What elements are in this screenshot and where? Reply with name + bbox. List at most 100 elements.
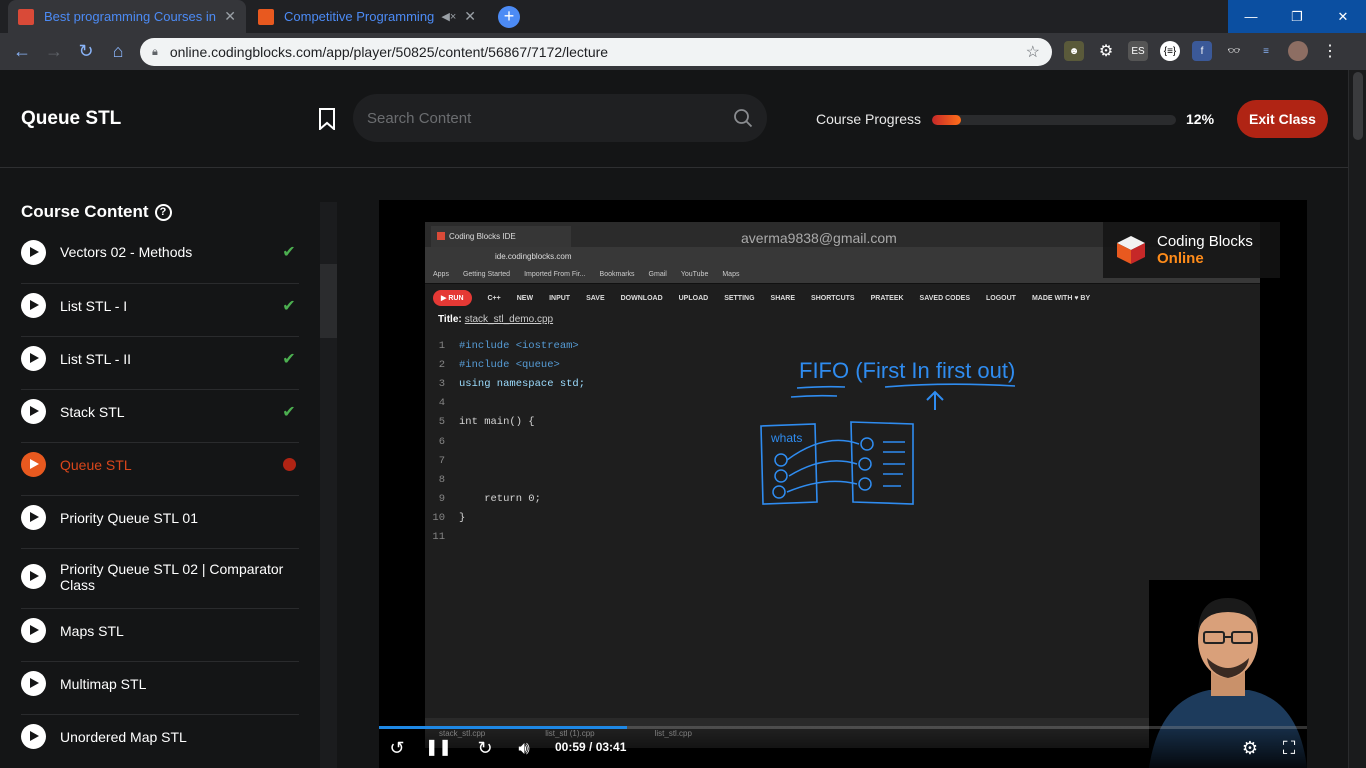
ide-menu-item: LOGOUT — [985, 294, 1016, 302]
ide-menu-item: SHARE — [770, 294, 796, 302]
sidebar-scrollbar[interactable] — [320, 202, 337, 768]
course-item[interactable]: Maps STL — [21, 608, 299, 652]
play-icon[interactable] — [21, 724, 46, 749]
close-tab-icon[interactable]: ✕ — [464, 8, 476, 25]
check-icon: ✔ — [282, 350, 296, 368]
play-icon[interactable] — [21, 505, 46, 530]
course-item-label: Priority Queue STL 02 | Comparator Class — [60, 560, 284, 593]
sketch-label: whats — [770, 431, 802, 445]
course-item[interactable]: Unordered Map STL — [21, 714, 299, 758]
course-item[interactable]: Multimap STL — [21, 661, 299, 705]
fullscreen-icon[interactable]: ⛶ — [1277, 738, 1301, 758]
favicon-icon — [18, 8, 34, 25]
search-icon[interactable] — [733, 108, 753, 128]
bookmark-icon[interactable] — [318, 108, 336, 130]
favicon-icon — [258, 8, 274, 25]
ide-tab: Coding Blocks IDE — [431, 226, 571, 247]
course-item[interactable]: Priority Queue STL 02 | Comparator Class — [21, 548, 299, 604]
settings-icon[interactable]: ⚙ — [1238, 738, 1262, 758]
menu-icon[interactable]: ⋮ — [1320, 41, 1340, 61]
close-tab-icon[interactable]: ✕ — [224, 8, 236, 25]
pause-icon[interactable]: ❚❚ — [425, 738, 452, 758]
page-title: Queue STL — [21, 108, 122, 129]
course-item[interactable]: List STL - I ✔ — [21, 283, 299, 327]
new-tab-button[interactable]: + — [498, 6, 520, 28]
ide-file-title: Title: stack_stl_demo.cpp — [438, 314, 553, 325]
search-box[interactable] — [353, 94, 767, 142]
ide-bookmark: Bookmarks — [599, 271, 635, 278]
reload-icon[interactable]: ↻ — [76, 41, 96, 61]
play-icon[interactable] — [21, 239, 46, 265]
back-icon[interactable]: ← — [12, 41, 32, 61]
play-icon[interactable] — [21, 452, 46, 477]
browser-tab-active[interactable]: Best programming Courses in De ✕ — [8, 0, 246, 33]
exit-class-button[interactable]: Exit Class — [1237, 100, 1328, 138]
course-item[interactable]: Priority Queue STL 01 — [21, 495, 299, 539]
es-extension-icon[interactable]: ES — [1128, 41, 1148, 61]
profile-avatar[interactable] — [1288, 41, 1308, 61]
coding-blocks-logo: Coding Blocks Online — [1103, 222, 1280, 278]
line-number: 4 — [438, 397, 445, 410]
restore-button[interactable]: ❐ — [1274, 0, 1320, 33]
line-number: 2 — [438, 358, 445, 371]
tab-strip: Best programming Courses in De ✕ Competi… — [0, 0, 1366, 33]
forward-icon[interactable]: → — [44, 41, 64, 61]
ide-menu-item: INPUT — [549, 294, 571, 302]
line-number: 9 — [438, 493, 445, 506]
run-label: RUN — [448, 295, 464, 302]
lock-icon: 🔒︎ — [152, 45, 158, 58]
facebook-extension-icon[interactable]: f — [1192, 41, 1212, 61]
play-icon[interactable] — [21, 618, 46, 643]
ide-menu-bar: ▶ RUN C++ NEW INPUT SAVE DOWNLOAD UPLOAD SETTI… — [425, 284, 1260, 312]
gear-extension-icon[interactable]: ⚙ — [1096, 41, 1116, 61]
course-item-label: Priority Queue STL 01 — [60, 509, 198, 526]
play-icon[interactable] — [21, 346, 46, 371]
rewind-icon[interactable]: ↺ — [385, 738, 409, 758]
video-player[interactable]: Coding Blocks IDE averma9838@gmail.com i… — [379, 200, 1307, 768]
url-text: online.codingblocks.com/app/player/50825… — [169, 44, 609, 60]
line-number: 7 — [438, 454, 445, 467]
code-line: 11 — [425, 528, 1260, 547]
course-item-label: Vectors 02 - Methods — [60, 244, 193, 260]
course-item[interactable]: Stack STL ✔ — [21, 389, 299, 433]
code-text: int main() { — [459, 416, 535, 429]
sidebar-scroll-thumb[interactable] — [320, 264, 337, 338]
course-item[interactable]: Vectors 02 - Methods ✔ — [21, 230, 299, 274]
seek-bar[interactable] — [379, 726, 1307, 729]
bookmark-star-icon[interactable]: ☆ — [1026, 42, 1040, 62]
search-input[interactable] — [367, 109, 733, 127]
address-bar[interactable]: 🔒︎ online.codingblocks.com/app/player/50… — [140, 38, 1052, 66]
playlist-extension-icon[interactable]: ≡ — [1256, 41, 1276, 61]
course-item[interactable]: List STL - II ✔ — [21, 336, 299, 380]
volume-icon[interactable]: 🔊︎ — [512, 738, 536, 758]
play-icon[interactable] — [21, 293, 46, 318]
home-icon[interactable]: ⌂ — [108, 41, 128, 61]
minimize-button[interactable]: — — [1228, 0, 1274, 33]
whiteboard-annotation: FIFO (First In first out) whats — [760, 358, 1015, 505]
browser-toolbar: ← → ↻ ⌂ 🔒︎ online.codingblocks.com/app/p… — [0, 33, 1366, 70]
close-window-button[interactable]: ✕ — [1320, 0, 1366, 33]
course-item-label: Unordered Map STL — [60, 728, 187, 745]
line-number: 5 — [438, 416, 445, 429]
course-item[interactable]: Queue STL — [21, 442, 299, 486]
ide-menu-item: DOWNLOAD — [620, 294, 663, 302]
page-scrollbar[interactable] — [1348, 70, 1366, 768]
forward-skip-icon[interactable]: ↻ — [473, 738, 497, 758]
check-icon: ✔ — [282, 403, 296, 421]
scroll-thumb[interactable] — [1353, 72, 1363, 140]
glasses-extension-icon[interactable]: 👓︎ — [1224, 41, 1244, 61]
ide-menu-item: SETTING — [724, 294, 755, 302]
browser-tab[interactable]: Competitive Programming | ◀× ✕ — [248, 0, 486, 33]
play-icon[interactable] — [21, 671, 46, 696]
ide-bookmark: Maps — [722, 271, 740, 278]
time-display: 00:59 / 03:41 — [555, 740, 627, 754]
play-icon[interactable] — [21, 399, 46, 424]
video-frame-ide: Coding Blocks IDE averma9838@gmail.com i… — [425, 222, 1260, 748]
ninja-extension-icon[interactable]: ☻ — [1064, 41, 1084, 61]
mute-icon[interactable]: ◀× — [441, 10, 456, 23]
ide-menu-item: SAVE — [586, 294, 605, 302]
json-extension-icon[interactable]: {≡} — [1160, 41, 1180, 61]
help-icon[interactable]: ? — [154, 203, 172, 221]
play-icon[interactable] — [21, 564, 46, 589]
annotation-text: FIFO (First In first out) — [799, 358, 1015, 383]
